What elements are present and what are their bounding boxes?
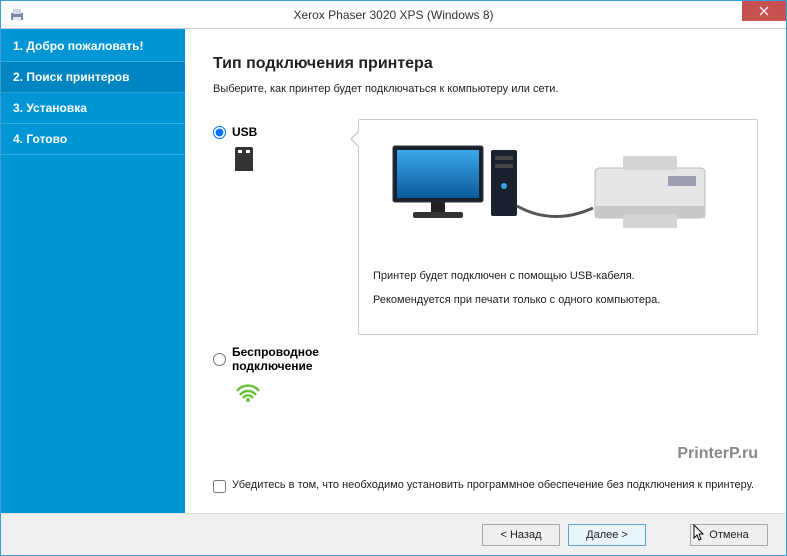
watermark: PrinterP.ru (677, 445, 758, 463)
usb-desc-line1: Принтер будет подключен с помощью USB-ка… (373, 270, 743, 282)
radio-wireless-input[interactable] (213, 353, 226, 366)
wifi-icon (235, 381, 261, 406)
option-usb-row: USB (213, 125, 758, 335)
radio-usb[interactable]: USB (213, 125, 257, 139)
radio-usb-label: USB (232, 125, 257, 139)
step-done[interactable]: 4. Готово (1, 124, 185, 155)
usb-illustration (373, 136, 743, 246)
usb-icon (235, 147, 253, 171)
close-button[interactable] (742, 1, 786, 21)
page-heading: Тип подключения принтера (213, 55, 758, 73)
option-wireless: Беспроводное подключение (213, 345, 358, 406)
content-area: 1. Добро пожаловать! 2. Поиск принтеров … (1, 29, 786, 513)
back-button[interactable]: < Назад (482, 524, 560, 546)
steps-sidebar: 1. Добро пожаловать! 2. Поиск принтеров … (1, 29, 185, 513)
offline-install-checkbox[interactable]: Убедитесь в том, что необходимо установи… (213, 479, 758, 493)
page-subheading: Выберите, как принтер будет подключаться… (213, 83, 758, 95)
option-wireless-row: Беспроводное подключение (213, 345, 758, 406)
usb-detail-panel: Принтер будет подключен с помощью USB-ка… (358, 119, 758, 335)
offline-install-checkbox-input[interactable] (213, 480, 226, 493)
titlebar: Xerox Phaser 3020 XPS (Windows 8) (1, 1, 786, 29)
radio-wireless[interactable]: Беспроводное подключение (213, 345, 358, 373)
radio-wireless-label: Беспроводное подключение (232, 345, 358, 373)
step-install[interactable]: 3. Установка (1, 93, 185, 124)
cancel-button[interactable]: Отмена (690, 524, 768, 546)
app-icon (9, 7, 25, 23)
next-button[interactable]: Далее > (568, 524, 646, 546)
option-usb: USB (213, 125, 358, 171)
usb-desc-line2: Рекомендуется при печати только с одного… (373, 294, 743, 306)
offline-install-label: Убедитесь в том, что необходимо установи… (232, 479, 754, 491)
close-icon (759, 6, 769, 16)
step-search-printers[interactable]: 2. Поиск принтеров (1, 62, 185, 93)
window-title: Xerox Phaser 3020 XPS (Windows 8) (293, 8, 493, 22)
radio-usb-input[interactable] (213, 126, 226, 139)
footer-buttons: < Назад Далее > Отмена (1, 513, 786, 555)
step-welcome[interactable]: 1. Добро пожаловать! (1, 31, 185, 62)
connection-options: USB (213, 125, 758, 406)
main-panel: Тип подключения принтера Выберите, как п… (185, 29, 786, 513)
installer-window: Xerox Phaser 3020 XPS (Windows 8) 1. Доб… (0, 0, 787, 556)
